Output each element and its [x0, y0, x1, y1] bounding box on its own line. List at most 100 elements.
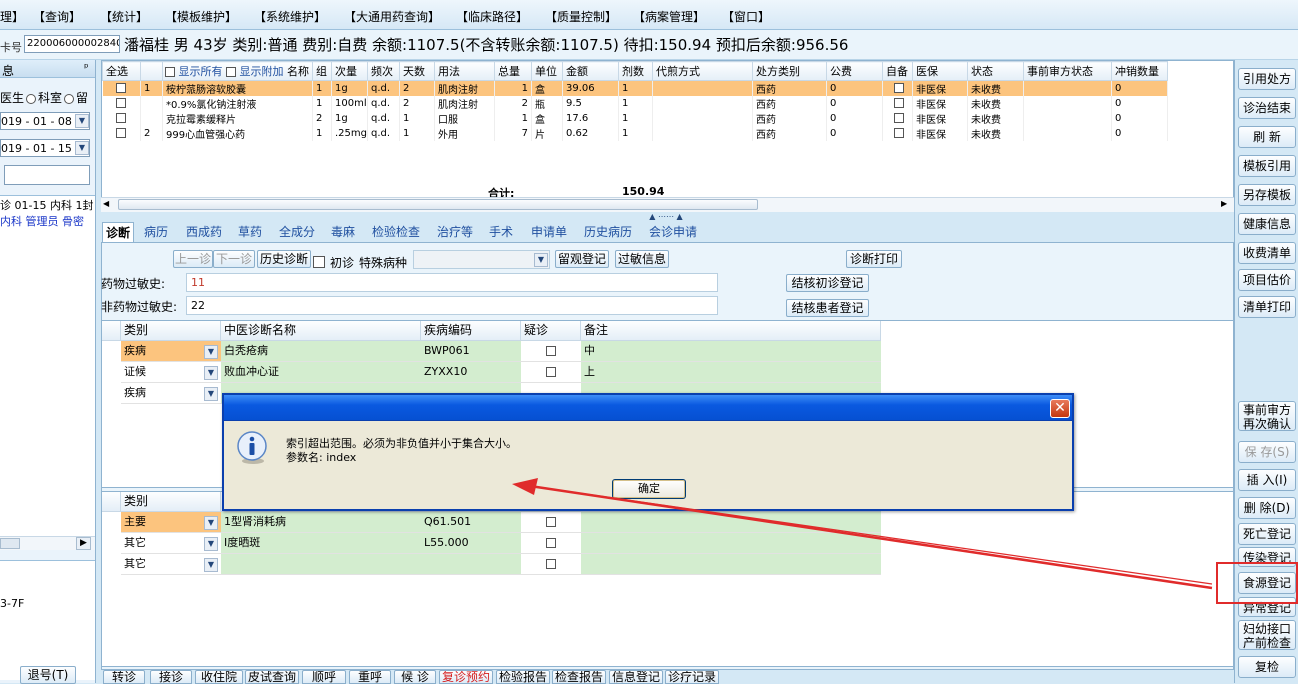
cite-prescription-button[interactable]: 引用处方	[1238, 68, 1296, 90]
cell-days[interactable]: 1	[399, 111, 435, 126]
ok-button[interactable]: 确定	[612, 479, 686, 499]
visit-item-detail[interactable]: 内科 管理员 骨密	[0, 213, 95, 229]
save-template-button[interactable]: 另存模板	[1238, 184, 1296, 206]
date-from-picker[interactable]: 019 - 01 - 08 ▼	[0, 112, 90, 130]
cell-freq[interactable]: q.d.	[367, 126, 400, 141]
insert-button[interactable]: 插 入(I)	[1238, 469, 1296, 491]
menu-stats[interactable]: 【统计】	[100, 8, 148, 25]
cell-name[interactable]: 999心血管强心药	[162, 126, 313, 141]
wm-row-note[interactable]	[581, 554, 881, 575]
wm-row-name[interactable]: 1型肾消耗病	[221, 512, 421, 533]
special-disease-select[interactable]: ▼	[413, 250, 550, 269]
pre-audit-confirm-button[interactable]: 事前审方 再次确认	[1238, 401, 1296, 431]
delete-button[interactable]: 删 除(D)	[1238, 497, 1296, 519]
cancel-registration-button[interactable]: 退号(T)	[20, 666, 76, 684]
menu-drug-query[interactable]: 【大通用药查询】	[344, 8, 440, 25]
menu-item[interactable]: 理】	[0, 8, 24, 25]
cell-doses[interactable]: 1	[618, 96, 653, 111]
arrow-left-icon[interactable]: ◀	[103, 199, 109, 208]
menu-records[interactable]: 【病案管理】	[633, 8, 705, 25]
treatment-record-button[interactable]: 诊疗记录	[665, 670, 719, 684]
wm-row-code[interactable]	[421, 554, 521, 575]
radio-dept[interactable]	[64, 93, 75, 104]
cell-usage[interactable]: 外用	[434, 126, 495, 141]
self-checkbox[interactable]	[894, 113, 904, 123]
drug-allergy-field[interactable]: 11	[186, 273, 718, 292]
cell-group[interactable]: 1	[312, 126, 332, 141]
cell-unit[interactable]: 片	[531, 126, 563, 141]
cell-dose[interactable]: 100ml	[331, 96, 368, 111]
wm-row-note[interactable]	[581, 533, 881, 554]
self-checkbox[interactable]	[894, 98, 904, 108]
health-info-button[interactable]: 健康信息	[1238, 213, 1296, 235]
info-register-button[interactable]: 信息登记	[609, 670, 663, 684]
tcm-row-name[interactable]: 败血冲心证	[221, 362, 421, 383]
call-next-button[interactable]: 顺呼	[302, 670, 346, 684]
tab-history-record[interactable]: 历史病历	[584, 222, 632, 242]
cell-decoct[interactable]	[652, 126, 753, 141]
tab-lab-exam[interactable]: 检验检查	[372, 222, 420, 242]
history-diagnosis-button[interactable]: 历史诊断	[257, 250, 311, 268]
waiting-button[interactable]: 候 诊	[394, 670, 436, 684]
death-register-button[interactable]: 死亡登记	[1238, 523, 1296, 545]
cell-group[interactable]: 2	[312, 111, 332, 126]
transfer-button[interactable]: 转诊	[103, 670, 145, 684]
chevron-down-icon[interactable]: ▼	[204, 558, 218, 572]
row-checkbox[interactable]	[115, 128, 126, 138]
lab-report-button[interactable]: 检验报告	[496, 670, 550, 684]
cell-dose[interactable]: 1g	[331, 111, 368, 126]
visit-item[interactable]: 诊 01-15 内科 1封	[0, 196, 95, 213]
print-list-button[interactable]: 清单打印	[1238, 296, 1296, 318]
cell-total[interactable]: 7	[494, 126, 532, 141]
tcm-row-code[interactable]: ZYXX10	[421, 362, 521, 383]
recheck-button[interactable]: 复检	[1238, 656, 1296, 678]
chevron-down-icon[interactable]: ▼	[75, 141, 89, 155]
cell-category[interactable]: 西药	[752, 111, 827, 126]
cell-doses[interactable]: 1	[618, 111, 653, 126]
tcm-row-code[interactable]: BWP061	[421, 341, 521, 362]
tcm-row-note[interactable]: 中	[581, 341, 881, 362]
cell-total[interactable]: 1	[494, 111, 532, 126]
cell-name[interactable]: 桉柠蒎肠溶软胶囊	[162, 80, 313, 96]
row-checkbox[interactable]	[115, 98, 126, 108]
wm-row-code[interactable]: Q61.501	[421, 512, 521, 533]
chevron-down-icon[interactable]: ▼	[204, 387, 218, 401]
fee-list-button[interactable]: 收费清单	[1238, 242, 1296, 264]
chevron-down-icon[interactable]: ▼	[204, 516, 218, 530]
chevron-down-icon[interactable]: ▼	[204, 366, 218, 380]
tab-diagnosis[interactable]: 诊断	[102, 222, 135, 242]
chevron-down-icon[interactable]: ▼	[75, 114, 89, 128]
tab-full-ingredients[interactable]: 全成分	[279, 222, 315, 242]
prev-visit-button[interactable]: 上一诊	[173, 250, 213, 268]
row-checkbox[interactable]	[115, 113, 126, 123]
nondrug-allergy-field[interactable]: 22	[186, 296, 718, 315]
tab-application[interactable]: 申请单	[531, 222, 567, 242]
table-row[interactable]: *0.9%氯化钠注射液 1 100ml q.d. 2 肌肉注射 2 瓶 9.5 …	[102, 96, 1168, 111]
cell-doses[interactable]: 1	[618, 126, 653, 141]
show-all-checkbox[interactable]	[165, 67, 175, 77]
cell-freq[interactable]: q.d.	[367, 111, 400, 126]
cell-unit[interactable]: 盒	[531, 80, 563, 96]
search-input[interactable]	[4, 165, 90, 185]
chevron-down-icon[interactable]: ▼	[534, 253, 548, 267]
cell-category[interactable]: 西药	[752, 80, 827, 96]
scroll-thumb[interactable]	[118, 199, 758, 210]
allergy-info-button[interactable]: 过敏信息	[615, 250, 669, 268]
refresh-button[interactable]: 刷 新	[1238, 126, 1296, 148]
chevron-down-icon[interactable]: ▼	[204, 537, 218, 551]
admit-button[interactable]: 收住院	[195, 670, 243, 684]
row-checkbox[interactable]	[115, 83, 126, 93]
estimate-button[interactable]: 项目估价	[1238, 269, 1296, 291]
revisit-appointment-button[interactable]: 复诊预约	[439, 670, 493, 684]
cell-decoct[interactable]	[652, 80, 753, 96]
cell-usage[interactable]: 口服	[434, 111, 495, 126]
tab-medical-record[interactable]: 病历	[144, 222, 168, 242]
left-hscrollbar[interactable]: ▶	[0, 536, 95, 550]
diagnosis-print-button[interactable]: 诊断打印	[846, 250, 902, 268]
tab-treatment[interactable]: 治疗等	[437, 222, 473, 242]
close-icon[interactable]: ✕	[1050, 399, 1070, 418]
cell-doses[interactable]: 1	[618, 80, 653, 96]
cell-group[interactable]: 1	[312, 96, 332, 111]
table-row[interactable]: 克拉霉素缓释片 2 1g q.d. 1 口服 1 盒 17.6 1 西药 0 非…	[102, 111, 1168, 126]
suspect-checkbox[interactable]	[546, 538, 556, 548]
